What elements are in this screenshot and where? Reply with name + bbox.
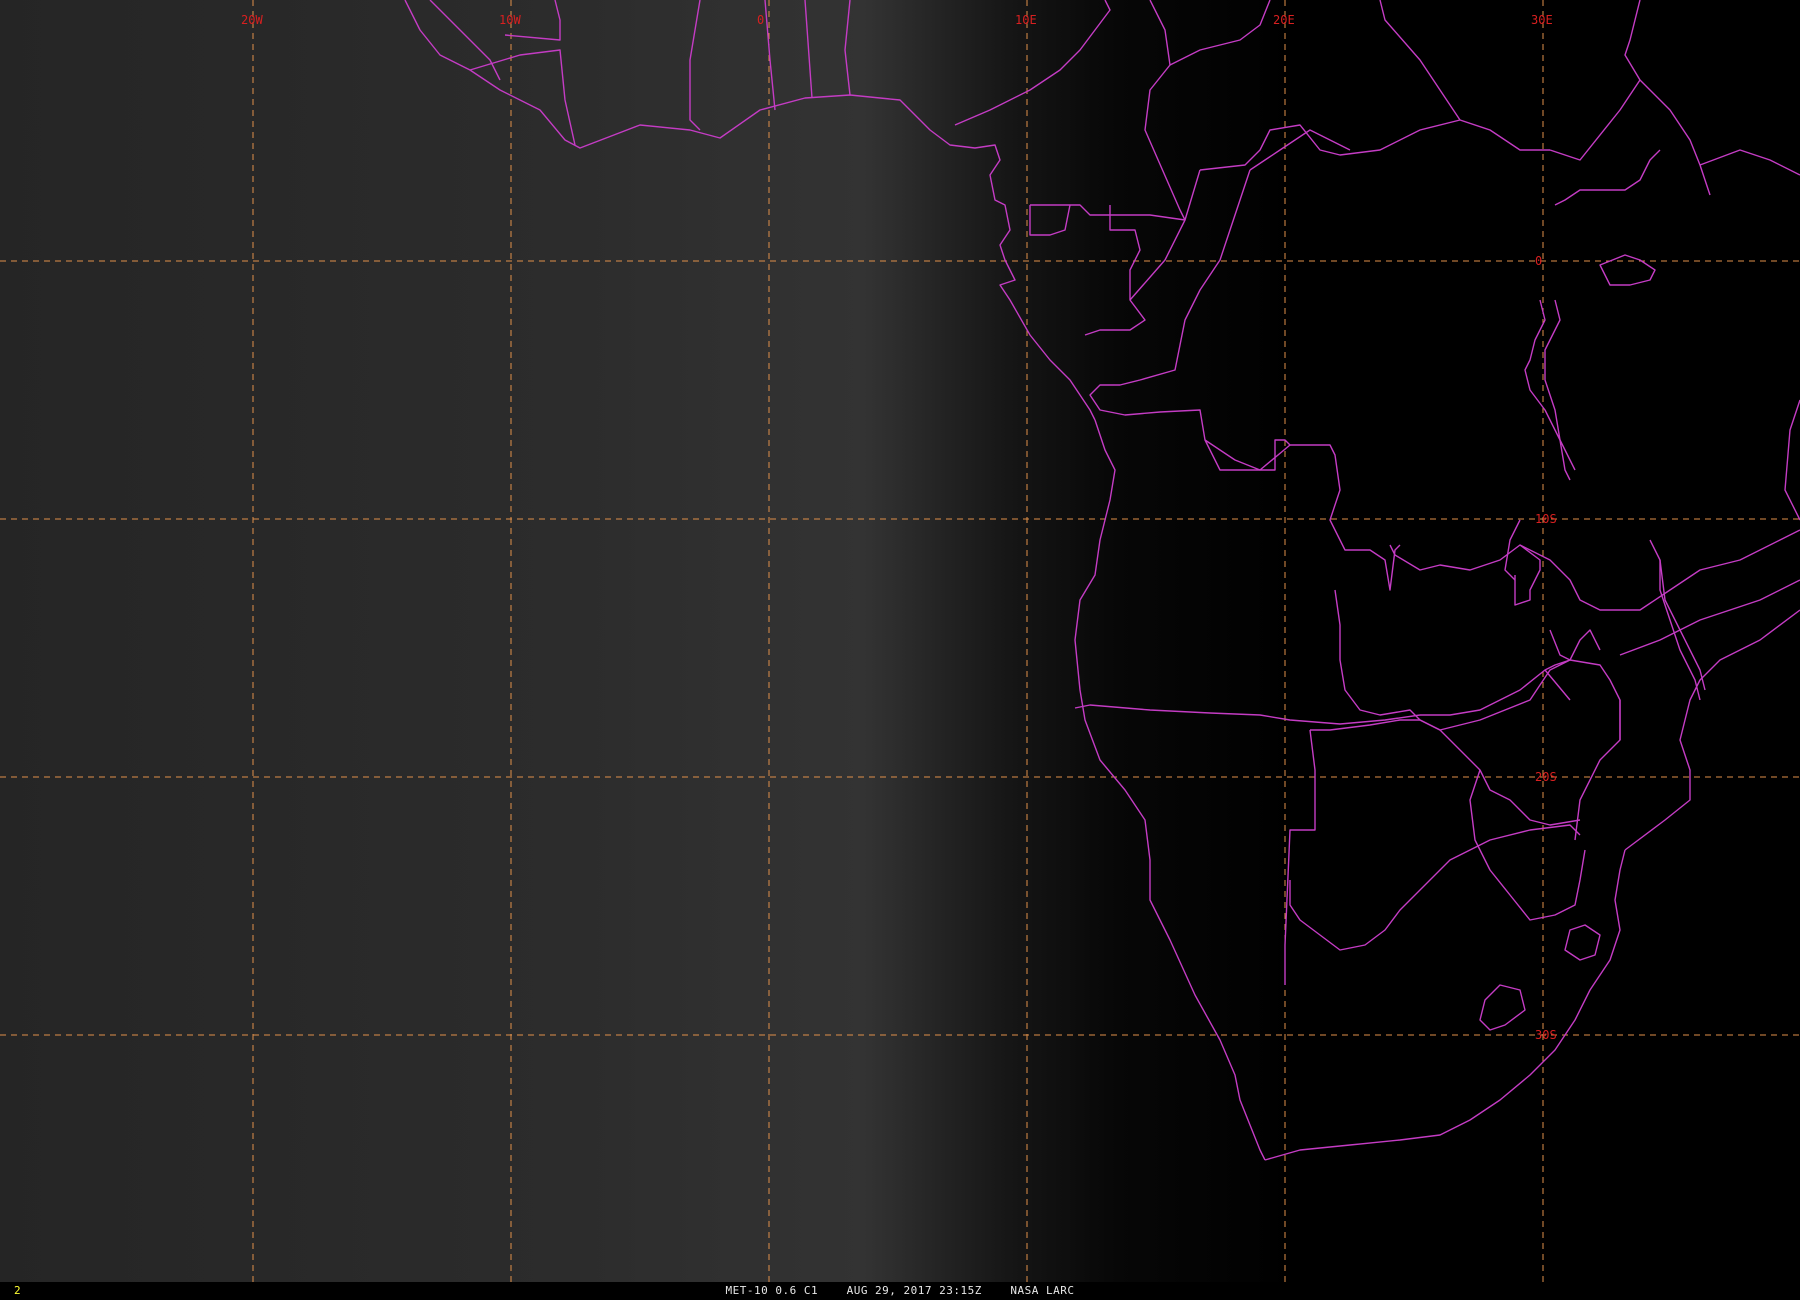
latitude-label: 10S [1535, 512, 1557, 526]
image-caption: MET-10 0.6 C1 AUG 29, 2017 23:15Z NASA L… [725, 1284, 1075, 1297]
longitude-label: 20E [1273, 13, 1295, 27]
terminator-shading [0, 0, 1800, 1282]
longitude-label: 10E [1015, 13, 1037, 27]
latitude-label: 0 [1535, 254, 1542, 268]
longitude-label: 30E [1531, 13, 1553, 27]
image-caption-bar: 2 MET-10 0.6 C1 AUG 29, 2017 23:15Z NASA… [0, 1282, 1800, 1300]
longitude-label: 0 [757, 13, 764, 27]
satellite-image-viewer: 20W 10W 0 10E 20E 30E 0 10S 20S 30S 2 MET-10 0.6 … [0, 0, 1800, 1300]
satellite-image: 20W 10W 0 10E 20E 30E 0 10S 20S 30S [0, 0, 1800, 1282]
longitude-label: 10W [499, 13, 521, 27]
longitude-label: 20W [241, 13, 263, 27]
latitude-label: 20S [1535, 770, 1557, 784]
latitude-label: 30S [1535, 1028, 1557, 1042]
